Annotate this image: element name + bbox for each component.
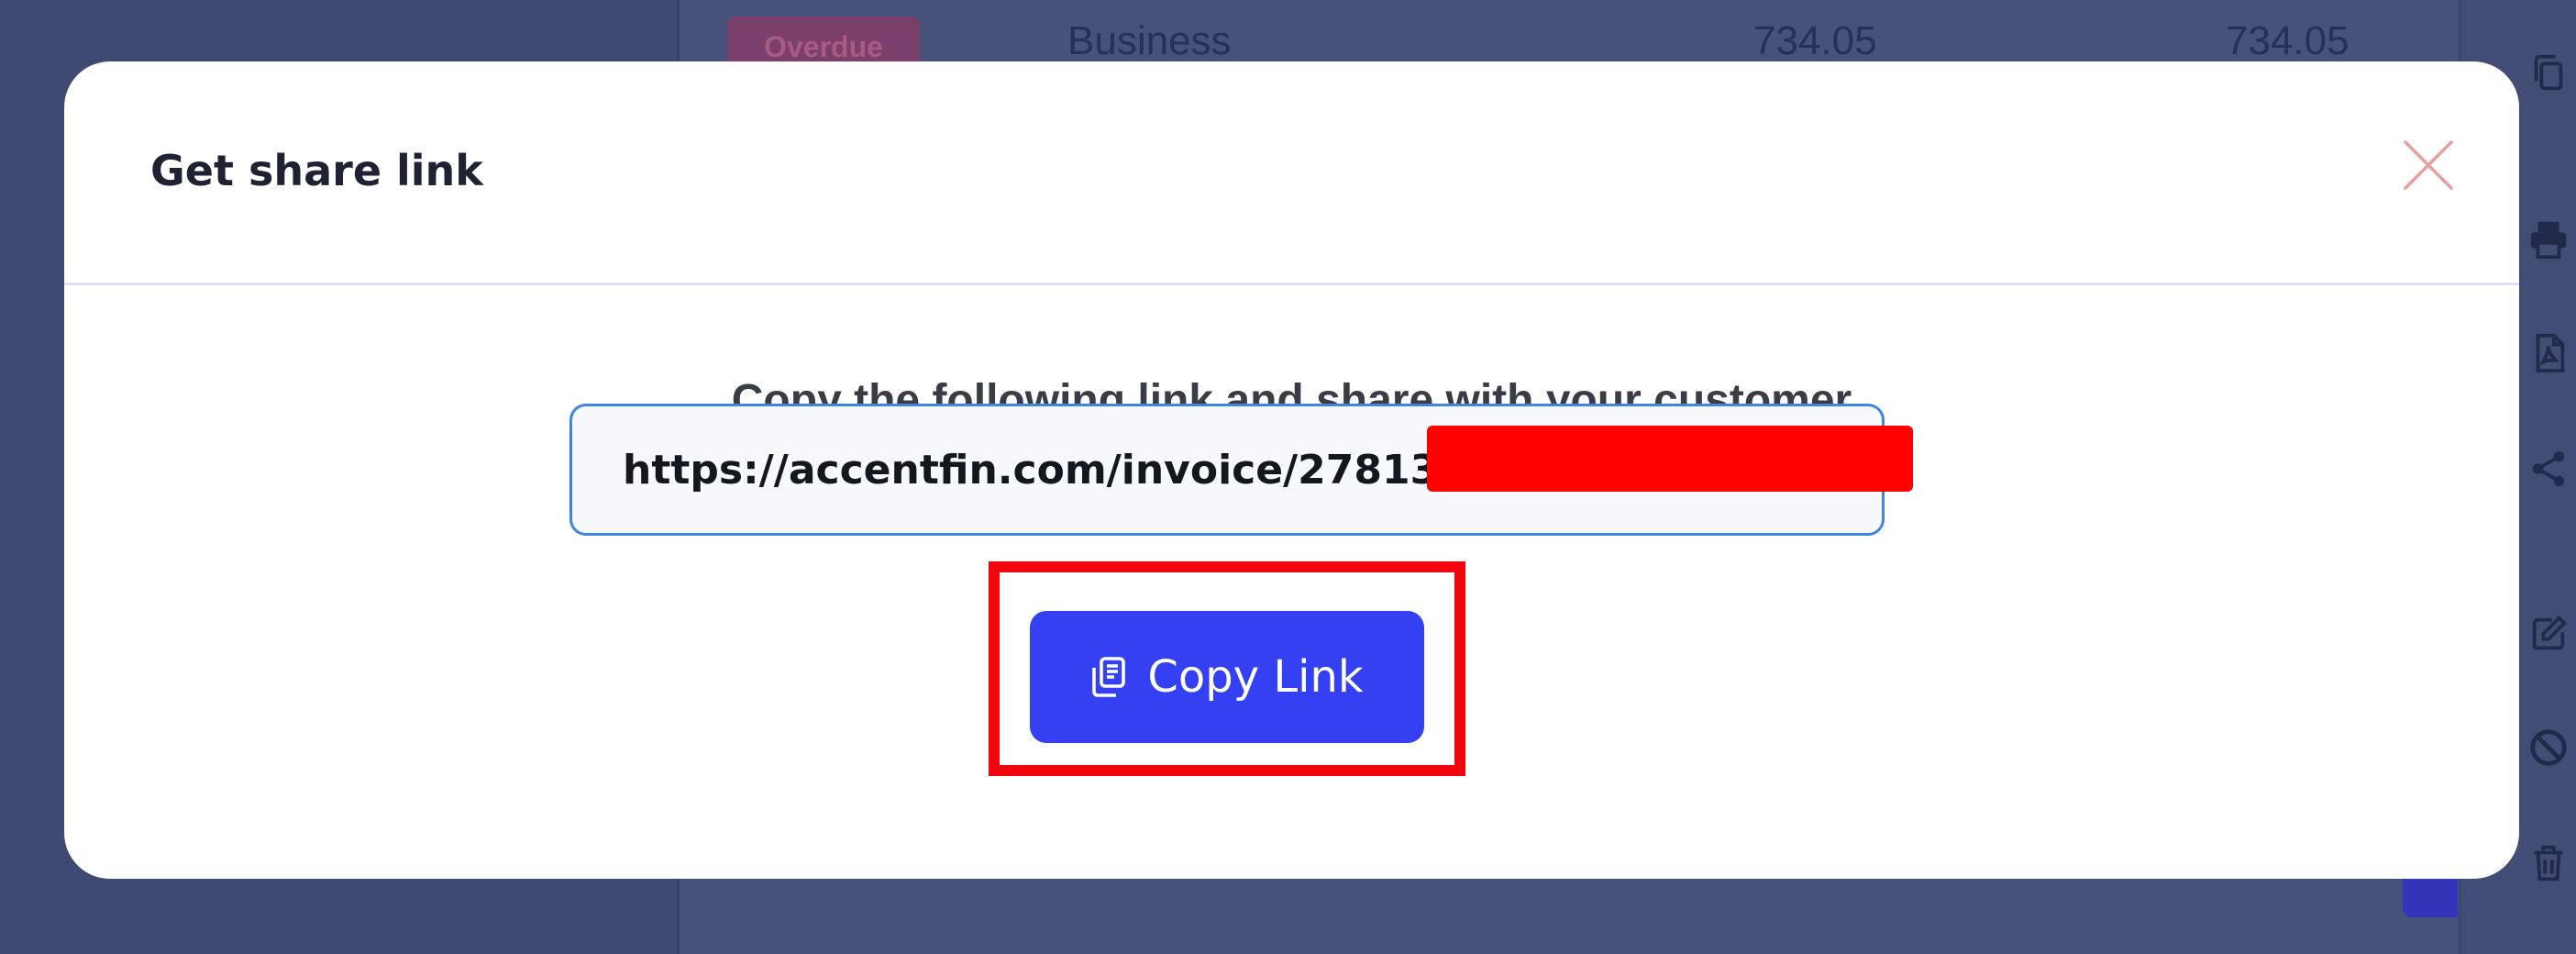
invoice-category: Business: [1067, 18, 1232, 63]
edit-icon[interactable]: [2527, 613, 2570, 655]
modal-header: Get share link: [64, 61, 2519, 285]
copy-link-label: Copy Link: [1147, 651, 1364, 703]
modal-title: Get share link: [150, 146, 483, 195]
invoice-amount: 734.05: [1753, 18, 1877, 63]
print-icon[interactable]: [2527, 218, 2570, 261]
copy-link-button[interactable]: Copy Link: [1030, 611, 1424, 743]
invoice-total: 734.05: [2226, 18, 2349, 63]
block-icon[interactable]: [2527, 727, 2570, 769]
pdf-icon[interactable]: [2527, 332, 2570, 374]
trash-icon[interactable]: [2527, 842, 2570, 884]
redaction-block: [1427, 426, 1913, 492]
close-icon[interactable]: [2398, 135, 2459, 195]
copy-icon[interactable]: [2527, 51, 2570, 94]
copy-icon: [1090, 655, 1127, 699]
share-icon[interactable]: [2527, 448, 2570, 490]
